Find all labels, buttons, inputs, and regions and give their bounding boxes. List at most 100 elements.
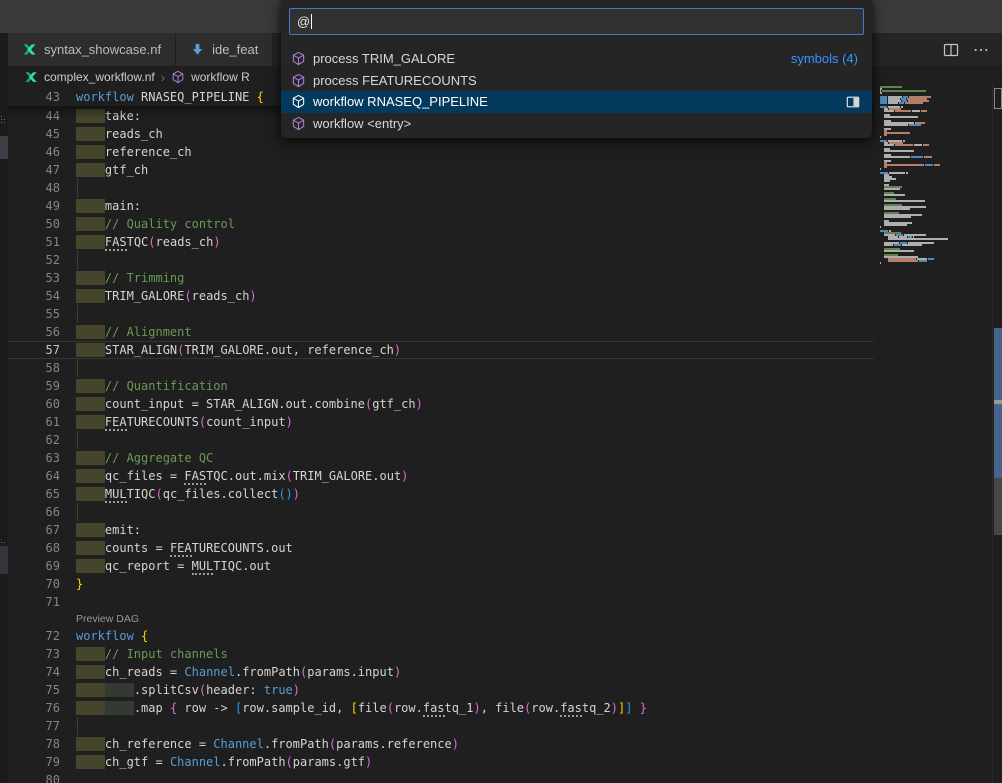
line-number[interactable]: 64 bbox=[8, 467, 60, 485]
line-number[interactable]: 46 bbox=[8, 143, 60, 161]
code-line-72[interactable]: 72workflow { bbox=[8, 627, 874, 645]
line-number[interactable]: 49 bbox=[8, 197, 60, 215]
code-line-47[interactable]: 47 gtf_ch bbox=[8, 161, 874, 179]
quick-open-item-2[interactable]: workflow RNASEQ_PIPELINE bbox=[281, 91, 872, 113]
line-number[interactable]: 66 bbox=[8, 503, 60, 521]
code-line-70[interactable]: 70} bbox=[8, 575, 874, 593]
breadcrumb-file[interactable]: complex_workflow.nf bbox=[44, 70, 155, 84]
code-line-46[interactable]: 46 reference_ch bbox=[8, 143, 874, 161]
code-line-64[interactable]: 64 qc_files = FASTQC.out.mix(TRIM_GALORE… bbox=[8, 467, 874, 485]
line-number[interactable]: 69 bbox=[8, 557, 60, 575]
code-line-71[interactable]: 71 bbox=[8, 593, 874, 611]
line-number[interactable]: 45 bbox=[8, 125, 60, 143]
line-number[interactable]: 58 bbox=[8, 359, 60, 377]
line-number[interactable]: 57 bbox=[8, 341, 60, 359]
sidebar-scrollbar-thumb[interactable] bbox=[0, 136, 8, 159]
code-line-78[interactable]: 78 ch_reference = Channel.fromPath(param… bbox=[8, 735, 874, 753]
split-editor-icon[interactable] bbox=[943, 42, 959, 58]
code-line-77[interactable]: 77 bbox=[8, 717, 874, 735]
line-number[interactable]: 60 bbox=[8, 395, 60, 413]
quick-open-item-0[interactable]: process TRIM_GALOREsymbols (4) bbox=[281, 48, 872, 70]
line-number[interactable]: 78 bbox=[8, 735, 60, 753]
code-line-61[interactable]: 61 FEATURECOUNTS(count_input) bbox=[8, 413, 874, 431]
line-content: ch_reference = Channel.fromPath(params.r… bbox=[76, 735, 459, 753]
line-number[interactable]: 52 bbox=[8, 251, 60, 269]
code-line-55[interactable]: 55 bbox=[8, 305, 874, 323]
line-number[interactable]: 47 bbox=[8, 161, 60, 179]
code-line-59[interactable]: 59 // Quantification bbox=[8, 377, 874, 395]
collapsed-sidebar-strip[interactable] bbox=[0, 33, 8, 783]
tab-ide-features[interactable]: ide_feat bbox=[176, 33, 273, 66]
line-number[interactable]: 77 bbox=[8, 717, 60, 735]
breadcrumb-symbol[interactable]: workflow R bbox=[191, 70, 250, 84]
code-line-74[interactable]: 74 ch_reads = Channel.fromPath(params.in… bbox=[8, 663, 874, 681]
quick-open-results: process TRIM_GALOREsymbols (4)process FE… bbox=[281, 48, 872, 134]
quick-open-item-3[interactable]: workflow <entry> bbox=[281, 113, 872, 135]
line-number[interactable]: 68 bbox=[8, 539, 60, 557]
line-number[interactable]: 63 bbox=[8, 449, 60, 467]
overview-ruler[interactable] bbox=[992, 85, 1002, 783]
line-number[interactable]: 75 bbox=[8, 681, 60, 699]
line-number[interactable]: 51 bbox=[8, 233, 60, 251]
code-line-49[interactable]: 49 main: bbox=[8, 197, 874, 215]
line-number[interactable]: 79 bbox=[8, 753, 60, 771]
code-line-57[interactable]: 57 STAR_ALIGN(TRIM_GALORE.out, reference… bbox=[8, 341, 874, 359]
code-lines[interactable]: 44 take:45 reads_ch46 reference_ch47 gtf… bbox=[8, 107, 874, 783]
code-line-66[interactable]: 66 bbox=[8, 503, 874, 521]
line-number[interactable]: 71 bbox=[8, 593, 60, 611]
overview-viewport-marker bbox=[994, 88, 1002, 109]
code-line-79[interactable]: 79 ch_gtf = Channel.fromPath(params.gtf) bbox=[8, 753, 874, 771]
line-content: // Quantification bbox=[76, 377, 228, 395]
line-number[interactable]: 55 bbox=[8, 305, 60, 323]
line-number[interactable]: 70 bbox=[8, 575, 60, 593]
code-line-54[interactable]: 54 TRIM_GALORE(reads_ch) bbox=[8, 287, 874, 305]
line-number[interactable]: 65 bbox=[8, 485, 60, 503]
code-line-48[interactable]: 48 bbox=[8, 179, 874, 197]
code-line-52[interactable]: 52 bbox=[8, 251, 874, 269]
line-number[interactable]: 59 bbox=[8, 377, 60, 395]
code-line-80[interactable]: 80 bbox=[8, 771, 874, 783]
line-number[interactable]: 56 bbox=[8, 323, 60, 341]
code-line-51[interactable]: 51 FASTQC(reads_ch) bbox=[8, 233, 874, 251]
line-number[interactable]: 67 bbox=[8, 521, 60, 539]
code-line-58[interactable]: 58 bbox=[8, 359, 874, 377]
line-number[interactable]: 62 bbox=[8, 431, 60, 449]
scrollbar-slider-end[interactable] bbox=[994, 478, 1002, 535]
code-line-63[interactable]: 63 // Aggregate QC bbox=[8, 449, 874, 467]
symbols-count-badge: symbols (4) bbox=[791, 51, 858, 66]
code-line-68[interactable]: 68 counts = FEATURECOUNTS.out bbox=[8, 539, 874, 557]
code-line-76[interactable]: 76 .map { row -> [row.sample_id, [file(r… bbox=[8, 699, 874, 717]
code-line-56[interactable]: 56 // Alignment bbox=[8, 323, 874, 341]
line-number[interactable]: 74 bbox=[8, 663, 60, 681]
line-number[interactable]: 48 bbox=[8, 179, 60, 197]
line-number[interactable]: 43 bbox=[8, 88, 60, 106]
code-line-75[interactable]: 75 .splitCsv(header: true) bbox=[8, 681, 874, 699]
line-number[interactable]: 73 bbox=[8, 645, 60, 663]
code-line-62[interactable]: 62 bbox=[8, 431, 874, 449]
code-line-65[interactable]: 65 MULTIQC(qc_files.collect()) bbox=[8, 485, 874, 503]
sidebar-scrollbar-thumb-2[interactable] bbox=[0, 546, 8, 574]
open-to-side-icon[interactable] bbox=[846, 95, 860, 109]
code-line-60[interactable]: 60 count_input = STAR_ALIGN.out.combine(… bbox=[8, 395, 874, 413]
line-content: reference_ch bbox=[76, 143, 192, 161]
minimap[interactable] bbox=[880, 86, 988, 286]
line-number[interactable]: 80 bbox=[8, 771, 60, 783]
tab-syntax-showcase[interactable]: syntax_showcase.nf bbox=[8, 33, 176, 66]
code-line-50[interactable]: 50 // Quality control bbox=[8, 215, 874, 233]
code-editor[interactable]: 43workflow RNASEQ_PIPELINE { 44 take:45 … bbox=[8, 88, 874, 783]
line-number[interactable]: 61 bbox=[8, 413, 60, 431]
codelens-preview-dag[interactable]: Preview DAG bbox=[8, 611, 874, 627]
code-line-67[interactable]: 67 emit: bbox=[8, 521, 874, 539]
line-number[interactable]: 50 bbox=[8, 215, 60, 233]
line-number[interactable]: 76 bbox=[8, 699, 60, 717]
code-line-73[interactable]: 73 // Input channels bbox=[8, 645, 874, 663]
line-number[interactable]: 53 bbox=[8, 269, 60, 287]
quick-open-input[interactable]: @ bbox=[289, 8, 864, 35]
more-actions-icon[interactable]: ⋯ bbox=[973, 40, 990, 60]
code-line-53[interactable]: 53 // Trimming bbox=[8, 269, 874, 287]
line-content bbox=[76, 305, 78, 323]
quick-open-item-1[interactable]: process FEATURECOUNTS bbox=[281, 70, 872, 92]
line-number[interactable]: 72 bbox=[8, 627, 60, 645]
code-line-69[interactable]: 69 qc_report = MULTIQC.out bbox=[8, 557, 874, 575]
line-number[interactable]: 54 bbox=[8, 287, 60, 305]
